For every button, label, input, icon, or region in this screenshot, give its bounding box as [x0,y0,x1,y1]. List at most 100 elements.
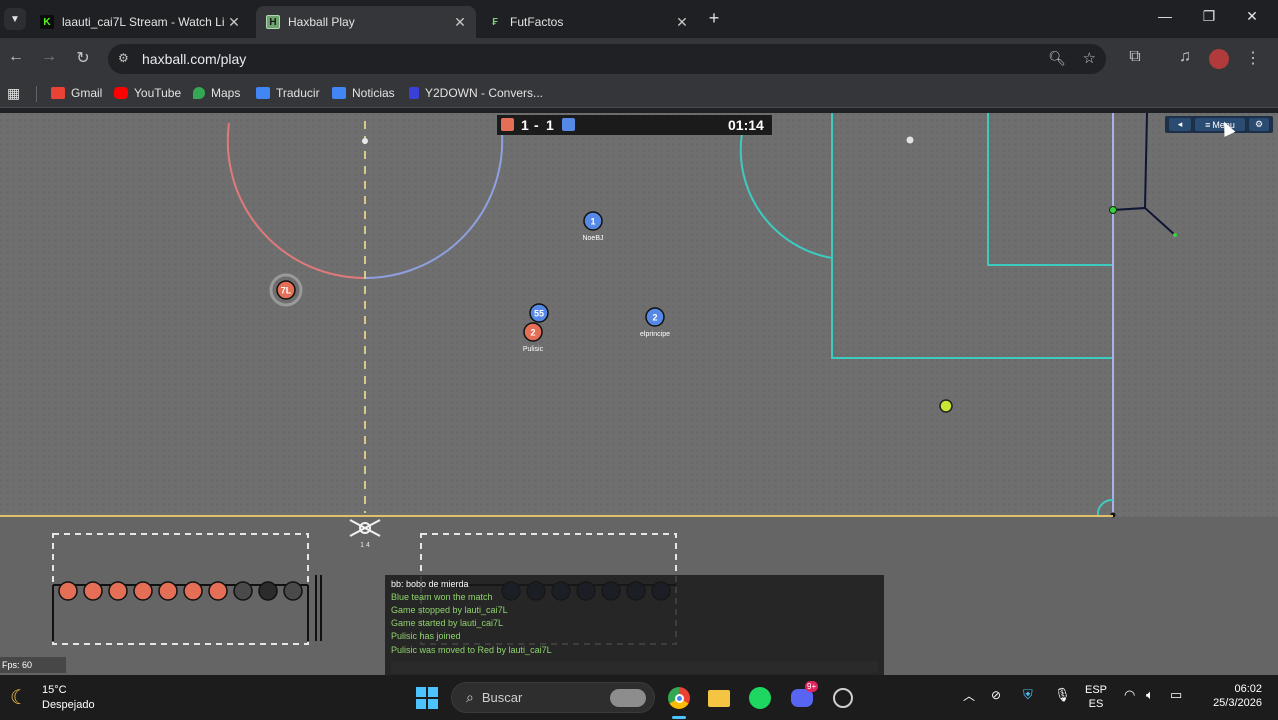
player-name: Pulisic [523,346,544,353]
tab-haxball-play[interactable]: H Haxball Play ✕ [256,6,476,38]
media-control-icon[interactable]: ♫ [1174,48,1196,66]
red-team-color [501,118,514,131]
tab-kick-stream[interactable]: K laauti_cai7L Stream - Watch Live ✕ [30,6,250,38]
close-window-icon[interactable]: ✕ [1237,8,1267,25]
taskbar-file-explorer[interactable] [704,683,734,713]
tab-futfactos[interactable]: ₣ FutFactos ✕ [478,6,698,38]
back-icon[interactable]: ← [5,48,27,66]
bookmark-gmail[interactable]: Gmail [51,86,102,100]
lang-bottom: ES [1088,698,1104,710]
bookmark-y2down[interactable]: Y2DOWN - Convers... [409,86,543,100]
close-tab-icon[interactable]: ✕ [672,14,692,31]
clock[interactable]: 06:02 25/3/2026 [1200,683,1262,709]
taskbar-search[interactable]: ⌕ Buscar [451,682,655,713]
apps-grid-icon[interactable]: ▦ [7,85,20,102]
tray-overflow-icon[interactable]: ︿ [963,687,975,704]
haxball-game-canvas[interactable]: 1 4 1 NoeBJ 55 2 Pulisic 2 elprincipe 7L 1 - 1 … [0,113,1278,675]
news-icon [332,87,346,99]
goal-net-anchor [1173,233,1177,237]
red-bench-disc [83,581,103,601]
zoom-icon[interactable]: 🔍︎ [1048,50,1066,67]
taskbar-chrome[interactable] [664,683,694,713]
settings-button[interactable]: ⚙ [1249,118,1269,131]
marker-label: 1 4 [360,542,370,549]
red-bench-disc [158,581,178,601]
player-number: 1 [590,217,595,227]
search-placeholder: Buscar [481,690,523,705]
address-bar[interactable]: ⚙ haxball.com/play 🔍︎ ☆ [108,44,1106,74]
browser-toolbar: ← → ↻ ⚙ haxball.com/play 🔍︎ ☆ ⧉ ♫ ⋮ [0,38,1278,80]
discord-badge: 9+ [805,681,819,692]
close-tab-icon[interactable]: ✕ [450,14,470,31]
red-bench-disc [208,581,228,601]
language-indicator[interactable]: ESP ES [1082,684,1110,710]
fps-counter: Fps: 60 [0,657,66,673]
chat-message: Blue team won the match [391,592,493,602]
player-red-2: 2 Pulisic [523,322,544,353]
bookmark-star-icon[interactable]: ☆ [1083,49,1096,67]
gmail-icon [51,87,65,99]
taskbar-discord[interactable]: 9+ [787,681,819,713]
maps-icon [193,87,205,99]
bookmark-maps[interactable]: Maps [193,86,240,100]
site-info-icon[interactable]: ⚙ [118,51,129,65]
player-number: 2 [652,313,657,323]
player-blue-1: 55 [529,303,549,323]
chat-message: Game started by lauti_cai7L [391,618,504,628]
red-bench-disc [233,581,253,601]
chat-input[interactable] [391,661,878,673]
red-bench-disc [108,581,128,601]
red-bench-disc [283,581,303,601]
bookmark-label: YouTube [134,86,182,100]
extensions-icon[interactable]: ⧉ [1124,48,1146,66]
reload-icon[interactable]: ↻ [72,48,94,68]
close-tab-icon[interactable]: ✕ [224,14,244,31]
search-icon: ⌕ [466,689,474,705]
speaker-icon: ◂ [1177,119,1183,129]
start-button[interactable] [412,683,442,713]
scoreboard: 1 - 1 01:14 [497,115,772,135]
volume-icon[interactable]: 🔈︎ [1146,687,1154,703]
player-name: NoeBJ [582,235,603,242]
red-bench-disc [258,581,278,601]
battery-icon[interactable]: ▭ [1170,687,1182,703]
minimize-icon[interactable]: — [1150,8,1180,24]
restore-icon[interactable]: ❐ [1194,8,1224,25]
new-tab-button[interactable]: + [703,8,725,29]
more-menu-icon[interactable]: ⋮ [1242,48,1264,68]
sound-button[interactable]: ◂ [1169,118,1191,131]
red-bench-disc [183,581,203,601]
bookmark-news[interactable]: Noticias [332,86,395,100]
forward-icon[interactable]: → [38,48,60,66]
tray-icon[interactable]: ⊘ [991,688,1001,702]
bookmark-label: Maps [211,86,241,100]
y2down-icon [409,87,419,99]
youtube-icon [114,87,128,99]
wifi-icon[interactable]: ◠ [1124,687,1135,703]
chat-message: Game stopped by lauti_cai7L [391,605,508,615]
translate-icon [256,87,270,99]
taskbar-spotify[interactable] [745,683,775,713]
windows-taskbar: ☾ 15°C Despejado ⌕ Buscar 9+ ︿ ⊘ ⛨ 🎙︎ ES… [0,675,1278,720]
bookmark-translate[interactable]: Traducir [256,86,320,100]
lang-top: ESP [1084,684,1107,696]
tray-shield-icon[interactable]: ⛨ [1023,687,1033,703]
taskbar-app[interactable] [828,683,858,713]
match-timer: 01:14 [728,117,764,133]
bookmark-label: Traducir [276,86,320,100]
tab-search-button[interactable]: ▼ [4,8,26,30]
tab-title: Haxball Play [288,15,355,29]
goalpost-green [1109,206,1117,214]
tab-strip: ▼ K laauti_cai7L Stream - Watch Live ✕ H… [0,0,1278,38]
tab-title: FutFactos [510,15,564,29]
chat-message: Pulisic has joined [391,631,461,641]
hamburger-icon: ≡ [1205,119,1211,130]
microphone-icon[interactable]: 🎙︎ [1054,687,1071,703]
red-bench-disc [58,581,78,601]
tab-title: laauti_cai7L Stream - Watch Live [62,15,224,29]
clock-date: 25/3/2026 [1213,697,1262,709]
chevron-down-icon: ▼ [10,13,20,25]
bookmark-youtube[interactable]: YouTube [114,86,181,100]
weather-widget[interactable]: ☾ 15°C Despejado [10,683,120,713]
profile-avatar[interactable] [1209,49,1229,69]
